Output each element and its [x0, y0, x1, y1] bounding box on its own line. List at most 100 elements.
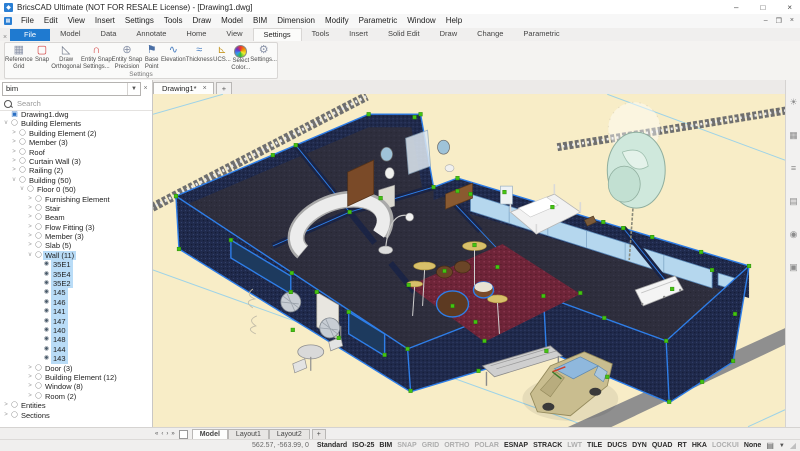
reference-grid-button[interactable]: ▦ Reference Grid [5, 43, 33, 71]
shower[interactable] [405, 129, 431, 175]
snap-button[interactable]: ▢ Snap [33, 43, 52, 71]
minimize-button[interactable]: – [734, 3, 738, 12]
ribbon-tab-tools[interactable]: Tools [302, 28, 340, 41]
status-toggle-hka[interactable]: HKA [692, 442, 707, 449]
draw-orthogonal-button[interactable]: ◺ Draw Orthogonal [51, 43, 81, 71]
tree-item-slab-5-[interactable]: > ◯ Slab (5) [0, 241, 152, 250]
status-toggle-lockui[interactable]: LOCKUI [712, 442, 739, 449]
tree-item-147[interactable]: ◉ 147 [0, 316, 152, 326]
tree-item-entities[interactable]: > ◯ Entities [0, 401, 152, 410]
tree-item-drawing1-dwg[interactable]: ▣ Drawing1.dwg [0, 110, 152, 119]
next-layout-icon[interactable]: › [166, 431, 168, 437]
expander-open-icon[interactable]: v [18, 185, 26, 194]
status-toggle-strack[interactable]: STRACK [533, 442, 562, 449]
search-input[interactable]: Search [0, 97, 152, 111]
table[interactable] [297, 344, 325, 360]
menu-file[interactable]: File [16, 16, 39, 25]
status-toggle-quad[interactable]: QUAD [652, 442, 673, 449]
ribbon-tab-parametric[interactable]: Parametric [513, 28, 569, 41]
menu-help[interactable]: Help [441, 16, 467, 25]
tree-item-flow-fitting-3-[interactable]: > ◯ Flow Fitting (3) [0, 223, 152, 232]
settings-button[interactable]: ⚙ Settings... [250, 43, 277, 71]
tree-item-wall-11-[interactable]: v ◯ Wall (11) [0, 250, 152, 261]
expander-open-icon[interactable]: v [2, 119, 10, 128]
expander-closed-icon[interactable]: > [26, 373, 34, 382]
new-drawing-tab-button[interactable]: + [215, 82, 233, 94]
expander-closed-icon[interactable]: > [26, 223, 34, 232]
expander-open-icon[interactable]: v [26, 251, 34, 260]
layout-list-icon[interactable] [178, 429, 188, 439]
status-toggle-standard[interactable]: Standard [317, 442, 347, 449]
expander-closed-icon[interactable]: > [10, 129, 18, 138]
tree-item-door-3-[interactable]: > ◯ Door (3) [0, 364, 152, 373]
tree-item-35e1[interactable]: ◉ 35E1 [0, 260, 152, 270]
expander-closed-icon[interactable]: > [2, 411, 10, 420]
ribbon-tab-solid-edit[interactable]: Solid Edit [378, 28, 430, 41]
menu-settings[interactable]: Settings [120, 16, 159, 25]
tree-item-145[interactable]: ◉ 145 [0, 288, 152, 298]
tree-item-35e4[interactable]: ◉ 35E4 [0, 269, 152, 280]
status-toggle-polar[interactable]: POLAR [474, 442, 499, 449]
annotation-scale-icon[interactable]: ▤ [766, 441, 774, 450]
expander-closed-icon[interactable]: > [26, 213, 34, 222]
status-toggle-dyn[interactable]: DYN [632, 442, 647, 449]
layout-tab-layout1[interactable]: Layout1 [227, 428, 269, 440]
tree-item-window-8-[interactable]: > ◯ Window (8) [0, 382, 152, 391]
expander-closed-icon[interactable]: > [10, 157, 18, 166]
tree-item-sections[interactable]: > ◯ Sections [0, 411, 152, 420]
layers-icon[interactable]: ▤ [789, 197, 798, 206]
light-icon[interactable]: ☀ [789, 98, 797, 107]
status-toggle-grid[interactable]: GRID [422, 442, 440, 449]
elevation-button[interactable]: ∿ Elevation [161, 43, 186, 71]
status-toggle-iso-25[interactable]: ISO-25 [352, 442, 374, 449]
status-toggle-lwt[interactable]: LWT [567, 442, 582, 449]
menu-parametric[interactable]: Parametric [354, 16, 403, 25]
chevron-down-icon[interactable]: ▼ [127, 82, 140, 95]
menu-edit[interactable]: Edit [39, 16, 63, 25]
expander-closed-icon[interactable]: > [26, 241, 34, 250]
tree-item-beam[interactable]: > ◯ Beam [0, 213, 152, 222]
status-toggle-bim[interactable]: BIM [379, 442, 392, 449]
ribbon-tab-annotate[interactable]: Annotate [126, 28, 176, 41]
layout-tab-layout2[interactable]: Layout2 [268, 428, 310, 440]
mirror[interactable] [437, 139, 450, 155]
ribbon-tab-file[interactable]: File [10, 29, 51, 41]
mdi-minimize-button[interactable]: – [764, 17, 768, 25]
expander-closed-icon[interactable]: > [10, 138, 18, 147]
menu-insert[interactable]: Insert [90, 16, 120, 25]
mdi-restore-button[interactable]: ❐ [776, 17, 782, 25]
expander-closed-icon[interactable]: > [26, 195, 34, 204]
close-button[interactable]: × [787, 3, 792, 12]
thickness-button[interactable]: ≈ Thickness [186, 43, 213, 71]
status-toggle-snap[interactable]: SNAP [397, 442, 416, 449]
render-icon[interactable]: ▣ [789, 263, 798, 272]
ribbon-tab-model[interactable]: Model [50, 28, 90, 41]
resize-grip-icon[interactable]: ◢ [790, 441, 796, 450]
tree-item-member-3-[interactable]: > ◯ Member (3) [0, 138, 152, 147]
properties-sliders-icon[interactable]: ≡ [791, 164, 796, 173]
status-toggle-ortho[interactable]: ORTHO [444, 442, 469, 449]
tree-item-room-2-[interactable]: > ◯ Room (2) [0, 392, 152, 401]
select-color-button[interactable]: Select Color... [231, 43, 250, 71]
status-toggle-ducs[interactable]: DUCS [607, 442, 627, 449]
expander-closed-icon[interactable]: > [26, 392, 34, 401]
status-toggle-tile[interactable]: TILE [587, 442, 602, 449]
materials-icon[interactable]: ▦ [789, 131, 798, 140]
last-layout-icon[interactable]: » [171, 431, 174, 437]
ribbon-tab-change[interactable]: Change [467, 28, 513, 41]
ribbon-tab-data[interactable]: Data [91, 28, 127, 41]
ribbon-tab-home[interactable]: Home [176, 28, 216, 41]
ribbon-tab-view[interactable]: View [216, 28, 252, 41]
prev-layout-icon[interactable]: ‹ [161, 431, 163, 437]
entity-snap-settings-button[interactable]: ∩ Entity Snap Settings... [81, 43, 112, 71]
expander-closed-icon[interactable]: > [26, 204, 34, 213]
sink[interactable] [444, 164, 455, 172]
tree-item-143[interactable]: ◉ 143 [0, 354, 152, 364]
expander-closed-icon[interactable]: > [26, 364, 34, 373]
menu-dimension[interactable]: Dimension [272, 16, 320, 25]
expander-closed-icon[interactable]: > [26, 232, 34, 241]
tree-item-140[interactable]: ◉ 140 [0, 325, 152, 336]
ribbon-tab-settings[interactable]: Settings [252, 28, 302, 41]
expander-closed-icon[interactable]: > [10, 166, 18, 175]
menu-modify[interactable]: Modify [320, 16, 354, 25]
